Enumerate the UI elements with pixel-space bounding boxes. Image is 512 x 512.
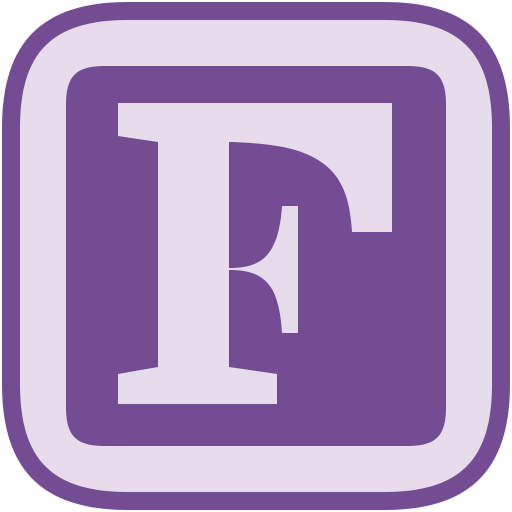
f-letter-icon — [2, 2, 510, 510]
app-icon: F — [0, 0, 512, 512]
